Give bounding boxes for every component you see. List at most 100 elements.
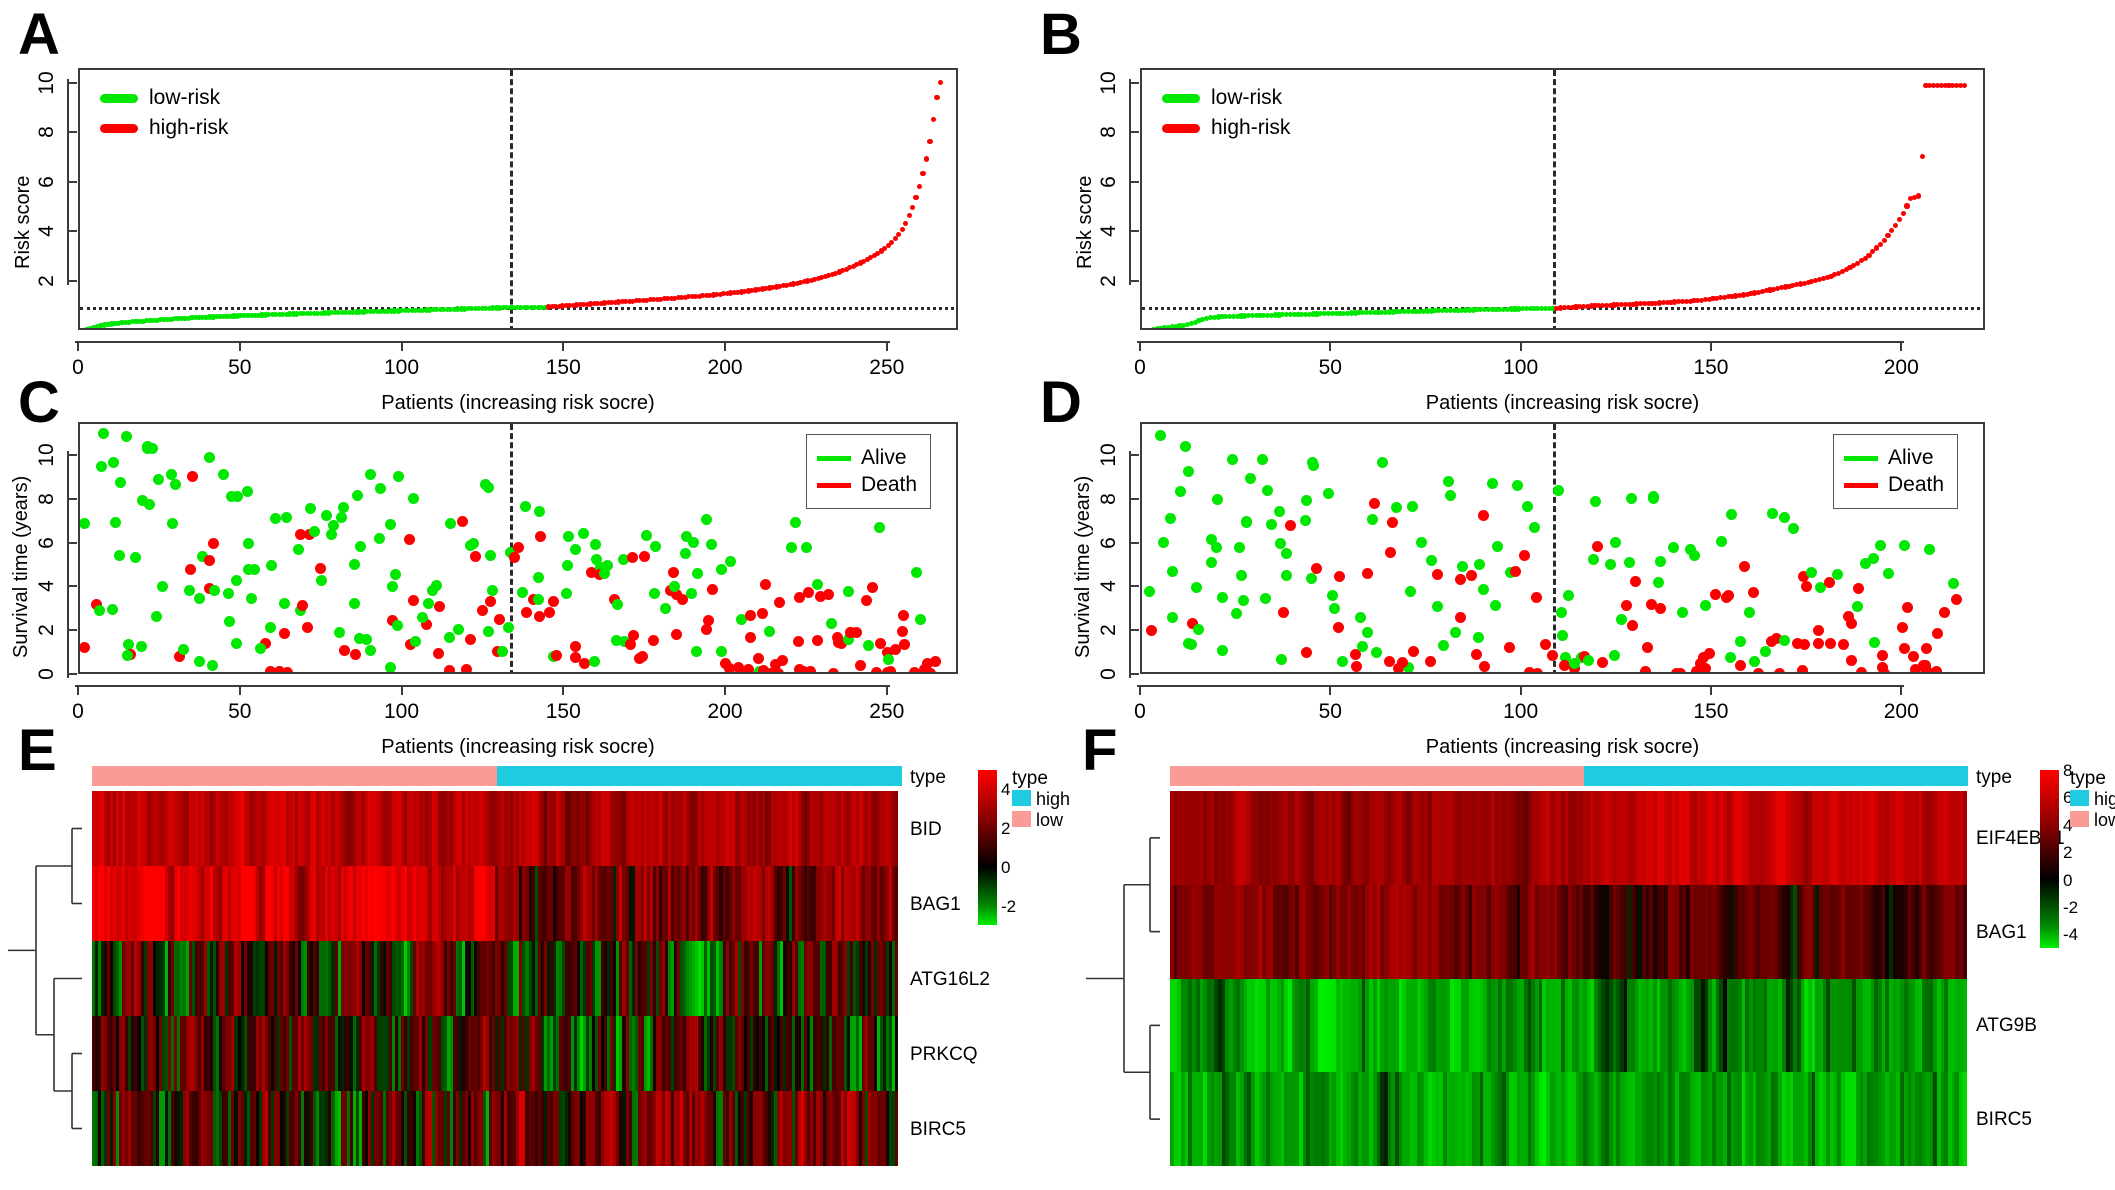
survival-point: [464, 633, 476, 645]
x-tick-label-D: 200: [1883, 700, 1919, 723]
x-tick-label-D: 150: [1693, 700, 1729, 723]
x-tick-C: [400, 685, 403, 695]
survival-point: [224, 616, 236, 628]
y-axis-title-B: Risk score: [1074, 175, 1096, 269]
survival-point: [910, 567, 922, 579]
legend-color-swatch: [817, 482, 851, 488]
survival-point: [915, 613, 927, 625]
survival-point: [649, 588, 661, 600]
survival-point: [1280, 569, 1292, 581]
x-tick-label-D: 100: [1503, 700, 1539, 723]
survival-point: [204, 555, 216, 567]
annotation-bar-label-E: type: [910, 767, 946, 788]
survival-point: [1760, 646, 1772, 658]
survival-point: [433, 647, 445, 659]
survival-point: [487, 585, 499, 597]
figure-root: A 2 4 6 8 10 Risk score 0 50 100 150 200 250 Patients…: [0, 0, 2115, 1190]
x-tick-label-B: 200: [1883, 356, 1919, 379]
y-tick-label-D: 10: [1097, 443, 1120, 467]
survival-point: [550, 649, 562, 661]
survival-point: [1709, 588, 1721, 600]
survival-point: [1734, 659, 1746, 671]
type-legend-label-low: low: [2094, 810, 2115, 830]
survival-point: [752, 653, 764, 665]
gene-label-BIRC5: BIRC5: [1976, 1109, 2032, 1131]
survival-point: [636, 650, 648, 662]
risk-point: [934, 94, 940, 100]
survival-point: [1556, 606, 1568, 618]
survival-point: [1478, 509, 1490, 521]
survival-point: [157, 581, 169, 593]
survival-point: [1787, 522, 1799, 534]
panel-letter-A: A: [18, 2, 60, 67]
gene-label-ATG9B: ATG9B: [1976, 1015, 2037, 1037]
survival-point: [1415, 536, 1427, 548]
survival-point: [316, 574, 328, 586]
survival-point: [1778, 635, 1790, 647]
survival-point: [792, 636, 804, 648]
survival-point: [831, 632, 843, 644]
survival-point: [1738, 560, 1750, 572]
heatmap-cell: [895, 941, 899, 1016]
survival-point: [640, 530, 652, 542]
x-tick-label-B: 100: [1503, 356, 1539, 379]
survival-legend-label: Death: [861, 473, 918, 496]
risk-point: [896, 231, 902, 237]
risk-point: [1143, 328, 1148, 330]
risk-point: [920, 171, 926, 177]
x-tick-label-A: 100: [383, 356, 420, 379]
risk-point: [1919, 153, 1925, 160]
survival-point: [242, 538, 254, 550]
risk-point: [906, 213, 912, 219]
survival-point: [1883, 568, 1895, 580]
x-tick-A: [400, 341, 403, 351]
survival-point: [745, 632, 757, 644]
survival-point: [1855, 667, 1867, 672]
survival-point: [470, 550, 482, 562]
x-tick-C: [77, 685, 79, 695]
survival-point: [1837, 639, 1849, 651]
survival-point: [590, 539, 602, 551]
row-dendrogram-F: [1086, 837, 1160, 1120]
survival-point: [1813, 625, 1825, 637]
heatmap-annotation-bar-F: [1170, 766, 1968, 786]
survival-point: [129, 551, 141, 563]
survival-point: [293, 543, 305, 555]
survival-point: [1477, 584, 1489, 596]
survival-point: [349, 598, 361, 609]
x-tick-label-D: 50: [1318, 700, 1342, 723]
heatmap-cell: [1962, 978, 1967, 1073]
risk-point: [913, 194, 919, 200]
survival-point: [416, 612, 428, 624]
y-tick-D: [1129, 673, 1139, 675]
survival-point: [1896, 622, 1908, 634]
survival-point: [443, 631, 455, 643]
risk-point: [1900, 210, 1906, 216]
survival-point: [443, 665, 455, 672]
survival-point: [465, 539, 477, 551]
y-axis-title-A: Risk score: [12, 175, 34, 269]
survival-point: [883, 654, 895, 666]
survival-point: [1486, 477, 1498, 489]
survival-point: [1466, 570, 1478, 582]
survival-point: [364, 469, 376, 481]
risk-point: [927, 139, 933, 145]
survival-point: [1621, 600, 1633, 612]
survival-legend-C: Alive Death: [806, 434, 932, 509]
survival-point: [802, 587, 814, 599]
survival-point: [1432, 568, 1444, 580]
survival-point: [365, 645, 377, 657]
survival-point: [1301, 494, 1313, 506]
survival-point: [280, 512, 292, 524]
survival-point: [1227, 453, 1239, 465]
survival-point: [94, 605, 106, 616]
survival-point: [1143, 586, 1155, 598]
survival-point: [743, 664, 755, 672]
survival-point: [121, 430, 133, 442]
survival-point: [1377, 457, 1389, 469]
x-tick-D: [1900, 685, 1903, 695]
y-tick-D: [1129, 541, 1139, 544]
y-tick-label-C: 2: [35, 624, 58, 637]
survival-point: [151, 610, 163, 622]
survival-point: [1767, 507, 1778, 519]
